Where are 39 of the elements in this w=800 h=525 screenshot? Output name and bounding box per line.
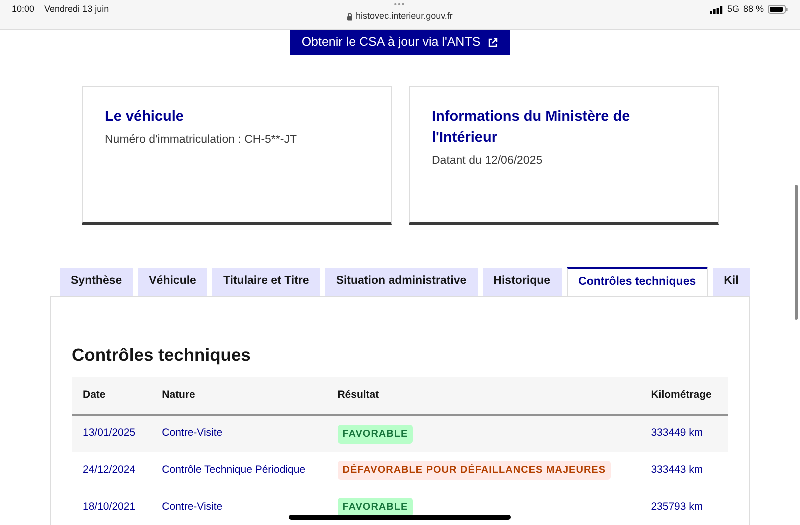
tab[interactable]: Kil xyxy=(713,268,750,296)
result-tag: FAVORABLE xyxy=(338,424,414,444)
tab[interactable]: Historique xyxy=(482,268,562,296)
csa-link-button[interactable]: Obtenir le CSA à jour via l'ANTS xyxy=(290,30,510,55)
date-cell: 24/12/2024 xyxy=(72,452,152,489)
external-link-icon xyxy=(488,38,498,48)
date-text: Vendredi 13 juin xyxy=(44,3,110,16)
url-text[interactable]: histovec.interieur.gouv.fr xyxy=(356,10,453,24)
column-header: Date xyxy=(72,377,152,415)
scrollbar[interactable] xyxy=(795,185,798,320)
card-text: Datant du 12/06/2025 xyxy=(432,154,544,169)
mileage-cell: 333443 km xyxy=(640,452,728,489)
nature-cell-text: Contre-Visite xyxy=(161,500,224,515)
battery-icon xyxy=(768,5,788,14)
column-header: Résultat xyxy=(326,377,640,415)
lock-icon xyxy=(347,12,354,21)
clock-time: 10:00 xyxy=(12,3,35,16)
nature-cell: Contrôle Technique Périodique xyxy=(151,452,327,489)
mileage-cell-text: 235793 km xyxy=(650,500,704,515)
card-text: Numéro d'immatriculation : CH-5**-JT xyxy=(105,133,298,148)
home-indicator[interactable] xyxy=(289,515,511,520)
date-cell-text: 18/10/2021 xyxy=(82,500,137,515)
section-title: Contrôles techniques xyxy=(72,345,252,366)
network-label: 5G xyxy=(727,3,740,16)
tab[interactable]: Synthèse xyxy=(60,268,134,296)
tab[interactable]: Véhicule xyxy=(138,268,208,296)
column-header: Nature xyxy=(151,377,327,415)
result-tag: DÉFAVORABLE POUR DÉFAILLANCES MAJEURES xyxy=(338,461,612,480)
tab[interactable]: Titulaire et Titre xyxy=(212,268,320,296)
signal-icon xyxy=(710,6,724,14)
column-header: Kilométrage xyxy=(640,377,728,415)
mileage-cell: 333449 km xyxy=(640,415,728,452)
card-title: Le véhicule xyxy=(105,108,185,127)
tab[interactable]: Contrôles techniques xyxy=(566,267,708,296)
battery-percent: 88 % xyxy=(743,3,764,16)
date-cell: 13/01/2025 xyxy=(72,415,152,452)
card-title: Informations du Ministère de l'Intérieur xyxy=(432,108,632,148)
nature-cell: Contre-Visite xyxy=(151,415,327,452)
tab[interactable]: Situation administrative xyxy=(325,268,478,296)
